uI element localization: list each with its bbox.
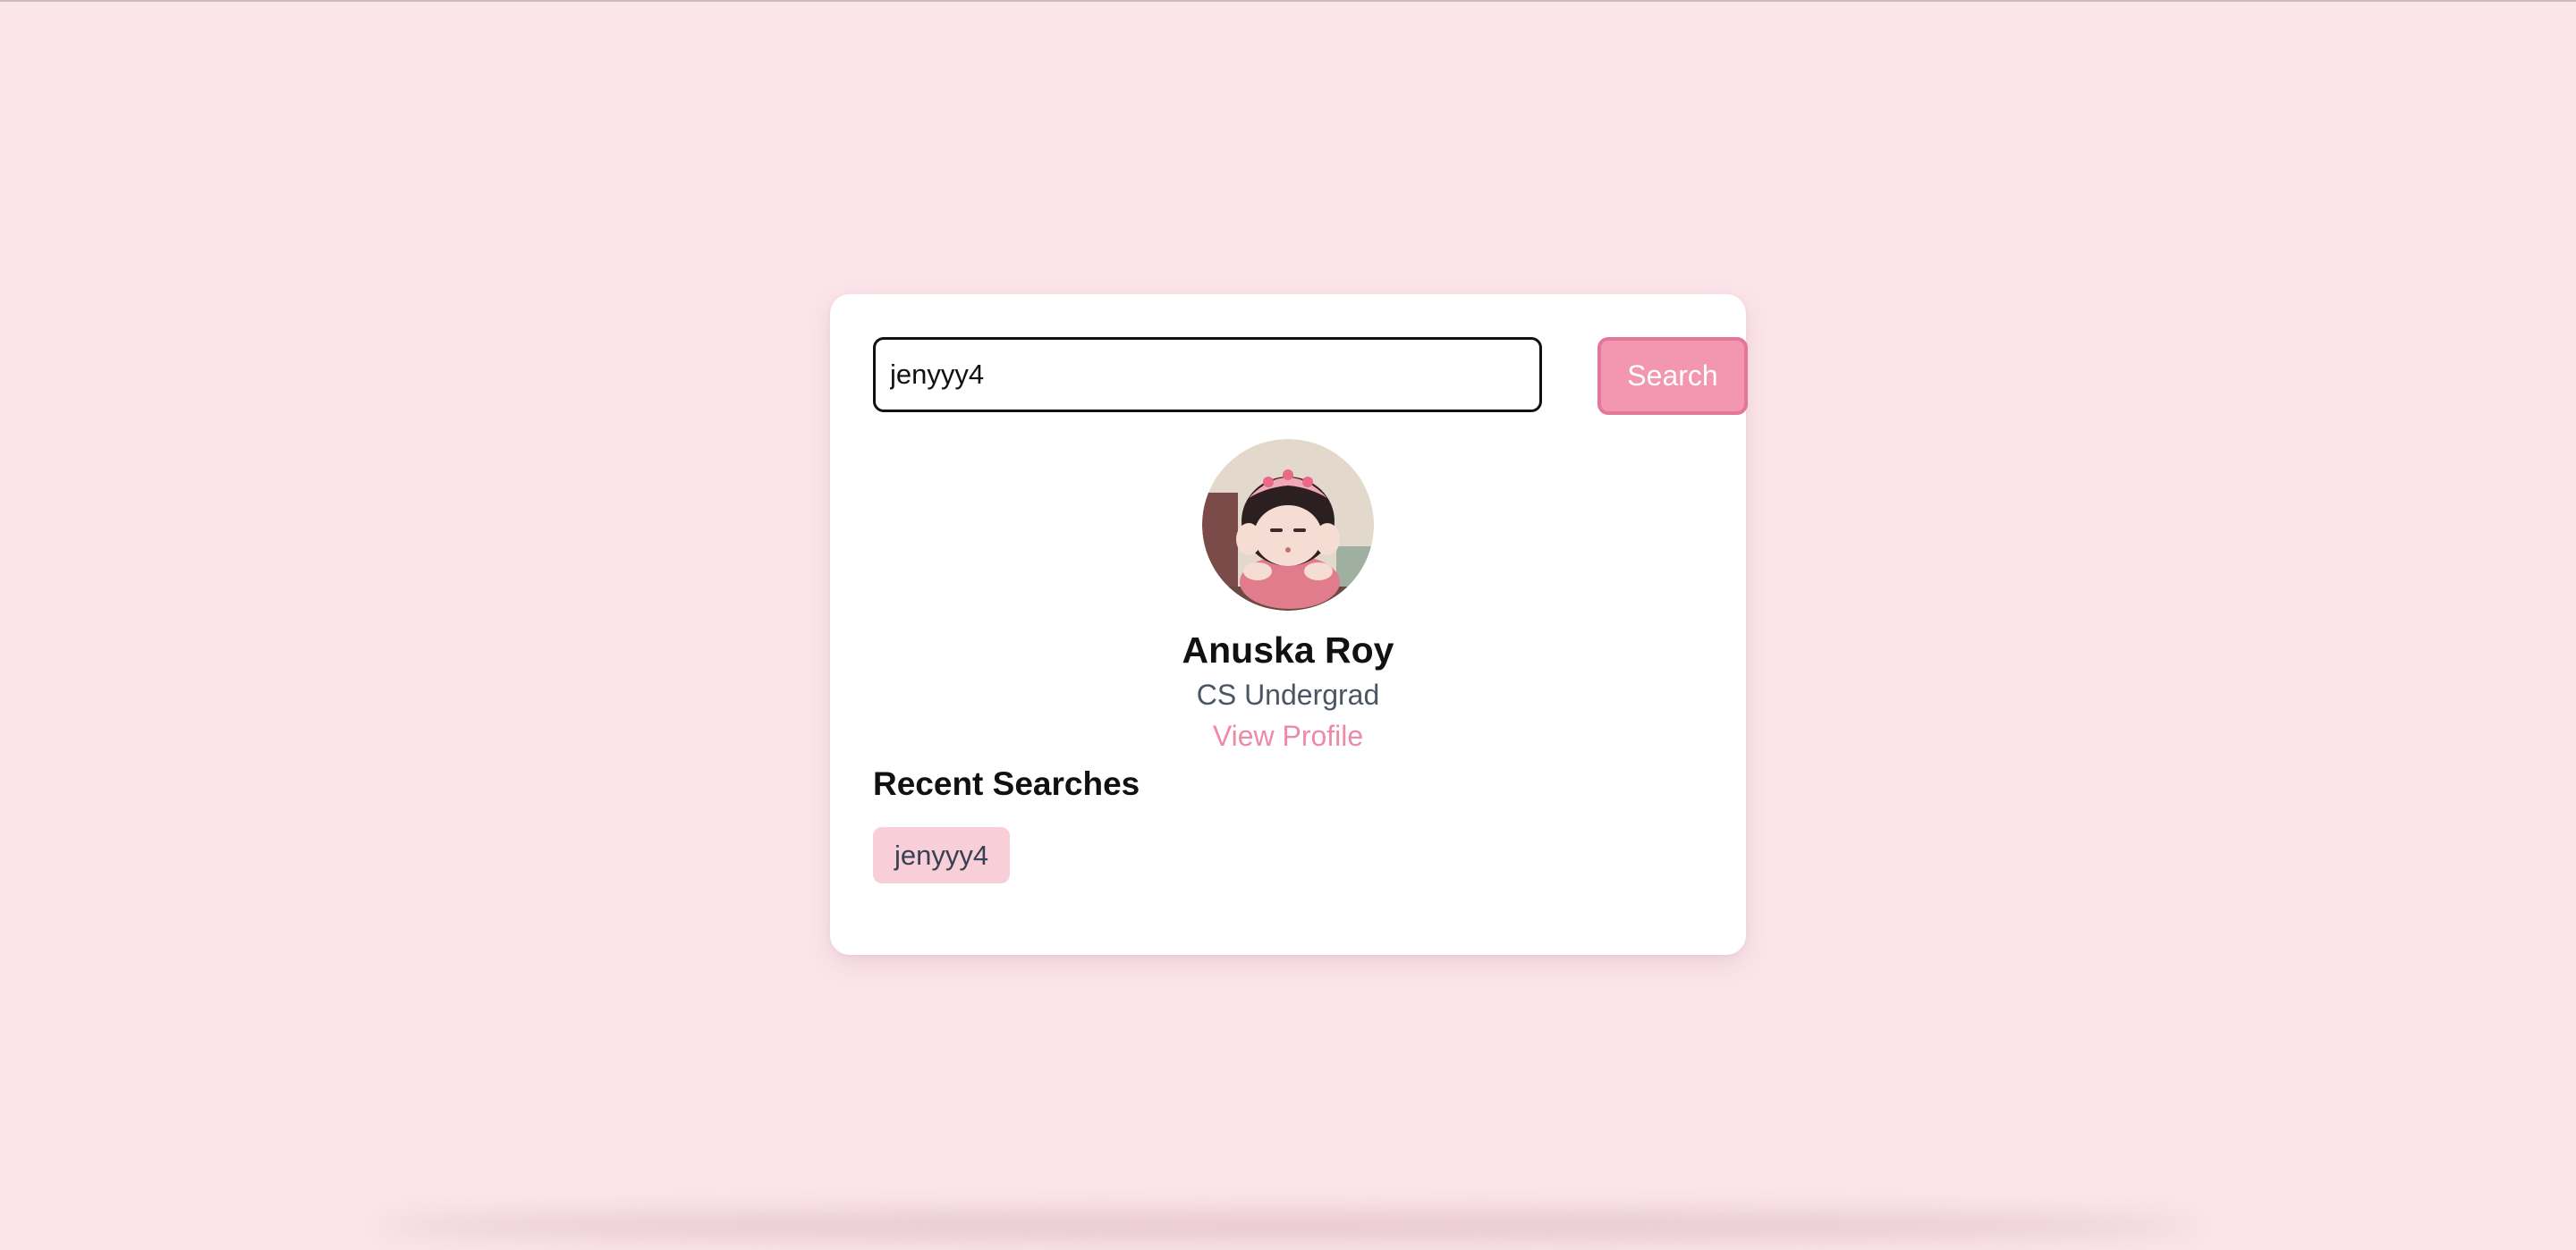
search-button[interactable]: Search bbox=[1597, 337, 1748, 415]
avatar bbox=[1202, 439, 1374, 611]
profile-name: Anuska Roy bbox=[1182, 629, 1394, 671]
recent-search-item[interactable]: jenyyy4 bbox=[873, 827, 1011, 883]
bottom-shadow bbox=[376, 1212, 2200, 1239]
search-input[interactable] bbox=[873, 337, 1542, 412]
search-bar: Search bbox=[873, 337, 1748, 415]
recent-searches-list: jenyyy4 bbox=[873, 827, 1011, 883]
search-card: Search bbox=[830, 294, 1748, 955]
profile-role: CS Undergrad bbox=[1196, 679, 1380, 711]
recent-searches-heading: Recent Searches bbox=[873, 765, 1140, 802]
profile-result: Anuska Roy CS Undergrad View Profile bbox=[830, 439, 1746, 756]
view-profile-link[interactable]: View Profile bbox=[1213, 716, 1363, 756]
window-top-border bbox=[0, 0, 2576, 2]
